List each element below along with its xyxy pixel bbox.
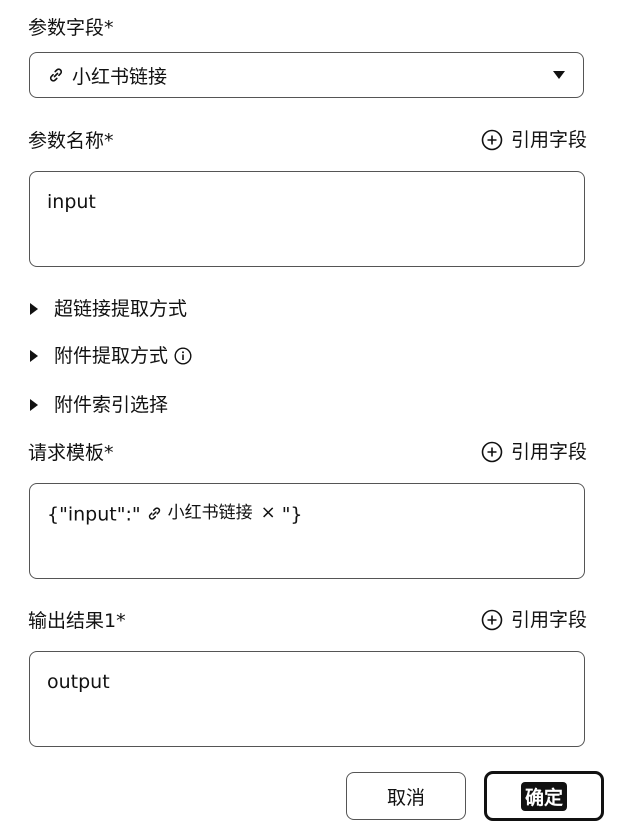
info-icon[interactable] bbox=[174, 347, 192, 365]
ref-field-label: 引用字段 bbox=[510, 609, 587, 631]
toggle-label: 附件索引选择 bbox=[54, 394, 169, 416]
request-template-input[interactable]: {"input":" 小红书链接 × "} bbox=[29, 483, 585, 579]
param-field-value: 小红书链接 bbox=[72, 65, 168, 88]
confirm-button[interactable]: 确定 bbox=[484, 771, 604, 821]
param-field-label: 参数字段* bbox=[28, 17, 114, 39]
add-circle-icon bbox=[481, 129, 503, 151]
output-result-input[interactable]: output bbox=[29, 651, 585, 747]
ref-field-label: 引用字段 bbox=[510, 441, 587, 463]
request-template-ref-button[interactable]: 引用字段 bbox=[481, 440, 587, 464]
add-circle-icon bbox=[481, 441, 503, 463]
request-template-label: 请求模板* bbox=[28, 442, 114, 464]
template-suffix: "} bbox=[281, 503, 303, 526]
toggle-attachment-index[interactable]: 附件索引选择 bbox=[30, 393, 168, 417]
chip-label: 小红书链接 bbox=[167, 503, 253, 523]
link-icon bbox=[49, 68, 63, 82]
caret-right-icon bbox=[30, 350, 38, 362]
template-prefix: {"input":" bbox=[47, 503, 141, 526]
link-icon bbox=[148, 506, 160, 520]
param-field-select[interactable]: 小红书链接 bbox=[29, 52, 584, 98]
ref-field-label: 引用字段 bbox=[510, 129, 587, 151]
chevron-down-icon bbox=[553, 71, 565, 79]
caret-right-icon bbox=[30, 303, 38, 315]
cancel-button[interactable]: 取消 bbox=[346, 772, 466, 820]
close-icon[interactable]: × bbox=[261, 501, 276, 525]
output-result-ref-button[interactable]: 引用字段 bbox=[481, 608, 587, 632]
param-name-input[interactable]: input bbox=[29, 171, 585, 267]
toggle-label: 超链接提取方式 bbox=[54, 298, 188, 320]
toggle-attachment-extraction[interactable]: 附件提取方式 bbox=[30, 344, 192, 368]
add-circle-icon bbox=[481, 609, 503, 631]
toggle-hyperlink-extraction[interactable]: 超链接提取方式 bbox=[30, 297, 187, 321]
toggle-label: 附件提取方式 bbox=[54, 345, 169, 367]
confirm-button-label: 确定 bbox=[520, 781, 567, 811]
param-name-ref-button[interactable]: 引用字段 bbox=[481, 128, 587, 152]
caret-right-icon bbox=[30, 399, 38, 411]
output-result-label: 输出结果1* bbox=[28, 610, 126, 632]
field-chip[interactable]: 小红书链接 × bbox=[147, 501, 276, 525]
param-name-label: 参数名称* bbox=[28, 130, 114, 152]
